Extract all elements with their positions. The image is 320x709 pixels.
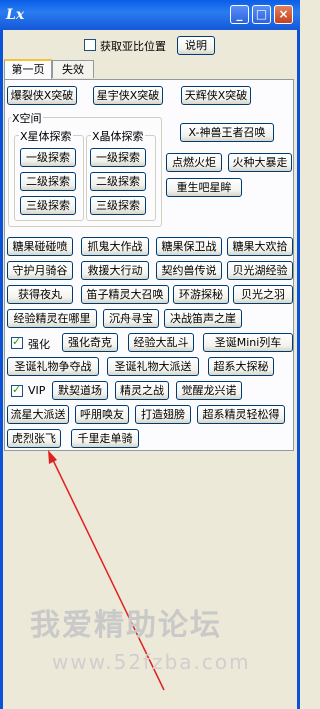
watermark-title: 我爱精助论坛 (30, 608, 222, 643)
vip-checkbox[interactable] (11, 383, 23, 397)
shell-light-feather-button[interactable]: 贝光之羽 (233, 285, 293, 304)
christmas-gift-battle-button[interactable]: 圣诞礼物争夺战 (7, 357, 99, 376)
star-hero-breakthrough-button[interactable]: 星宇侠X突破 (93, 86, 163, 105)
spirit-battle-button[interactable]: 精灵之战 (115, 381, 169, 400)
sky-hero-breakthrough-button[interactable]: 天辉侠X突破 (181, 86, 251, 105)
enhance-checkbox[interactable] (11, 335, 23, 349)
christmas-gift-delivery-button[interactable]: 圣诞礼物大派送 (107, 357, 199, 376)
burst-hero-breakthrough-button[interactable]: 爆裂侠X突破 (7, 86, 77, 105)
awaken-dragon-button[interactable]: 觉醒龙兴诺 (176, 381, 242, 400)
catch-ghost-battle-button[interactable]: 抓鬼大作战 (81, 237, 149, 256)
title-bar[interactable]: Lx _ □ × (0, 0, 300, 30)
flute-cliff-battle-button[interactable]: 决战笛声之崖 (164, 309, 242, 328)
call-friends-button[interactable]: 呼朋唤友 (75, 405, 129, 424)
crystal-explore-level-3-button[interactable]: 三级探索 (90, 196, 146, 215)
tab-invalid[interactable]: 失效 (52, 60, 94, 78)
contract-beast-legend-button[interactable]: 契约兽传说 (156, 261, 222, 280)
forge-wings-button[interactable]: 打造翅膀 (135, 405, 191, 424)
star-explore-level-3-button[interactable]: 三级探索 (20, 196, 76, 215)
maximize-button[interactable]: □ (252, 5, 271, 24)
minimize-button[interactable]: _ (230, 5, 249, 24)
where-exp-spirit-button[interactable]: 经验精灵在哪里 (7, 309, 97, 328)
flute-spirit-summon-button[interactable]: 笛子精灵大召唤 (81, 285, 169, 304)
fire-rampage-button[interactable]: 火种大暴走 (228, 153, 292, 172)
crystal-explore-level-2-button[interactable]: 二级探索 (90, 172, 146, 191)
enhance-chick-button[interactable]: 强化奇克 (62, 333, 118, 352)
get-position-checkbox[interactable] (84, 39, 96, 51)
crystal-explore-level-1-button[interactable]: 一级探索 (90, 148, 146, 167)
super-spirit-easy-button[interactable]: 超系精灵轻松得 (197, 405, 285, 424)
enhance-label: 强化 (28, 338, 50, 351)
x-beast-king-summon-button[interactable]: X-神兽王者召唤 (180, 123, 274, 142)
get-night-pill-button[interactable]: 获得夜丸 (7, 285, 73, 304)
x-space-title: X空间 (11, 110, 43, 126)
vip-label: VIP (28, 384, 46, 397)
shell-lake-exp-button[interactable]: 贝光湖经验 (227, 261, 293, 280)
app-logo-icon: Lx (6, 7, 25, 23)
tiger-zhang-fei-button[interactable]: 虎烈张飞 (7, 429, 61, 448)
explain-button[interactable]: 说明 (177, 36, 215, 55)
x-star-title: X星体探索 (19, 128, 73, 144)
travel-explore-button[interactable]: 环游探秘 (173, 285, 229, 304)
sunken-boat-treasure-button[interactable]: 沉舟寻宝 (103, 309, 159, 328)
star-explore-level-1-button[interactable]: 一级探索 (20, 148, 76, 167)
rebirth-star-eye-button[interactable]: 重生吧星眸 (166, 178, 242, 197)
watermark-url: www.52fzba.com (52, 650, 251, 674)
light-torch-button[interactable]: 点燃火炬 (166, 153, 222, 172)
guard-moon-valley-button[interactable]: 守护月骑谷 (7, 261, 73, 280)
super-series-explore-button[interactable]: 超系大探秘 (208, 357, 274, 376)
star-explore-level-2-button[interactable]: 二级探索 (20, 172, 76, 191)
tacit-dojo-button[interactable]: 默契道场 (52, 381, 108, 400)
rescue-action-button[interactable]: 救援大行动 (81, 261, 149, 280)
get-position-label: 获取亚比位置 (100, 40, 166, 53)
tab-page-one[interactable]: 第一页 (4, 59, 52, 79)
x-crystal-title: X晶体探索 (91, 128, 145, 144)
close-button[interactable]: × (274, 5, 293, 24)
candy-carnival-button[interactable]: 糖果大欢拾 (227, 237, 293, 256)
candy-bump-button[interactable]: 糖果碰碰喷 (7, 237, 73, 256)
thousand-li-ride-button[interactable]: 千里走单骑 (71, 429, 139, 448)
meteor-delivery-button[interactable]: 流星大派送 (7, 405, 69, 424)
exp-brawl-button[interactable]: 经验大乱斗 (128, 333, 194, 352)
christmas-mini-train-button[interactable]: 圣诞Mini列车 (203, 333, 293, 352)
candy-defense-button[interactable]: 糖果保卫战 (156, 237, 222, 256)
